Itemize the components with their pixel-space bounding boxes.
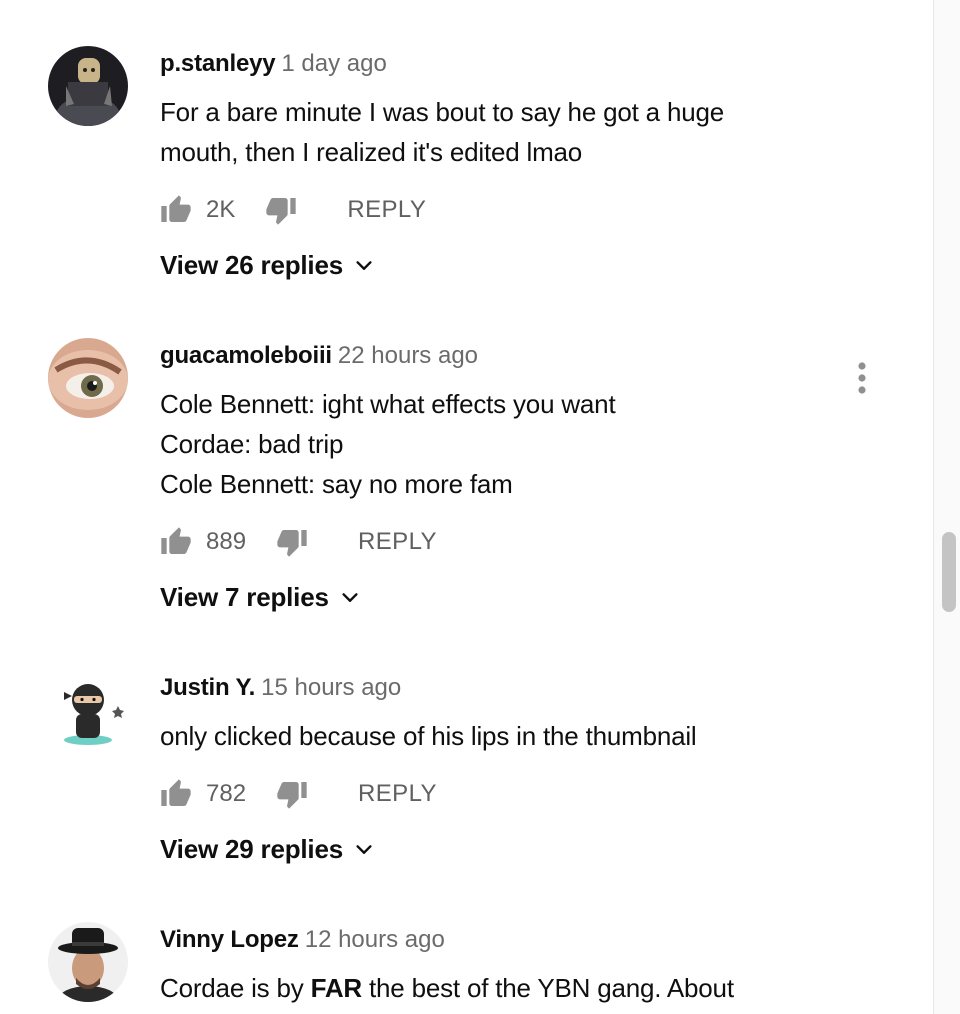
view-replies-button[interactable]: View 29 replies bbox=[160, 834, 375, 865]
comment-timestamp[interactable]: 1 day ago bbox=[281, 50, 386, 77]
comment-text-segment: the best of the YBN gang. About bbox=[362, 973, 734, 1003]
comment-header: Justin Y. 15 hours ago bbox=[160, 674, 401, 702]
comment-timestamp[interactable]: 12 hours ago bbox=[305, 926, 445, 953]
scrollbar[interactable] bbox=[933, 0, 960, 1014]
comment-header: p.stanleyy 1 day ago bbox=[160, 50, 387, 78]
avatar[interactable] bbox=[48, 46, 128, 126]
thumbs-down-icon[interactable] bbox=[265, 194, 297, 226]
thumbs-down-icon[interactable] bbox=[276, 526, 308, 558]
reply-button[interactable]: REPLY bbox=[358, 528, 437, 556]
chevron-down-icon bbox=[356, 260, 372, 270]
chevron-down-icon bbox=[342, 592, 358, 602]
comment-text: only clicked because of his lips in the … bbox=[160, 716, 860, 756]
avatar[interactable] bbox=[48, 338, 128, 418]
view-replies-button[interactable]: View 7 replies bbox=[160, 582, 361, 613]
view-replies-label: View 7 replies bbox=[160, 582, 329, 612]
thumbs-up-icon[interactable] bbox=[160, 778, 192, 810]
comment-actions: 889 REPLY bbox=[160, 524, 437, 560]
comment-text: Cordae is by FAR the best of the YBN gan… bbox=[160, 968, 860, 1008]
comment-header: guacamoleboiii 22 hours ago bbox=[160, 342, 478, 370]
comments-section: p.stanleyy 1 day ago For a bare minute I … bbox=[0, 0, 934, 1014]
comment-line: Cole Bennett: say no more fam bbox=[160, 469, 513, 499]
like-count: 2K bbox=[206, 196, 236, 223]
comment-actions: 2K REPLY bbox=[160, 192, 426, 228]
view-replies-button[interactable]: View 26 replies bbox=[160, 250, 375, 281]
reply-button[interactable]: REPLY bbox=[358, 780, 437, 808]
comment-line: mouth, then I realized it's edited lmao bbox=[160, 137, 583, 167]
view-replies-label: View 29 replies bbox=[160, 834, 343, 864]
author-name[interactable]: Vinny Lopez bbox=[160, 926, 299, 953]
comment-timestamp[interactable]: 15 hours ago bbox=[261, 674, 401, 701]
avatar[interactable] bbox=[48, 922, 128, 1002]
avatar[interactable] bbox=[48, 670, 128, 750]
comment-header: Vinny Lopez 12 hours ago bbox=[160, 926, 445, 954]
view-replies-label: View 26 replies bbox=[160, 250, 343, 280]
comment-line: Cordae: bad trip bbox=[160, 429, 344, 459]
author-name[interactable]: p.stanleyy bbox=[160, 50, 276, 77]
comment-text-segment: Cordae is by bbox=[160, 973, 311, 1003]
comment-actions: 782 REPLY bbox=[160, 776, 437, 812]
comment-text: For a bare minute I was bout to say he g… bbox=[160, 92, 860, 172]
comment-line: For a bare minute I was bout to say he g… bbox=[160, 97, 724, 127]
like-count: 782 bbox=[206, 780, 247, 807]
author-name[interactable]: guacamoleboiii bbox=[160, 342, 332, 369]
author-name[interactable]: Justin Y. bbox=[160, 674, 255, 701]
comment-line: Cordae is by FAR the best of the YBN gan… bbox=[160, 968, 860, 1008]
more-vert-icon[interactable] bbox=[846, 358, 878, 398]
chevron-down-icon bbox=[356, 844, 372, 854]
reply-button[interactable]: REPLY bbox=[347, 196, 426, 224]
comment-line: Cole Bennett: ight what effects you want bbox=[160, 389, 616, 419]
comment-text: Cole Bennett: ight what effects you want… bbox=[160, 384, 860, 504]
comment-line: only clicked because of his lips in the … bbox=[160, 721, 697, 751]
comment-text-bold: FAR bbox=[310, 973, 363, 1003]
like-count: 889 bbox=[206, 528, 247, 555]
scrollbar-thumb[interactable] bbox=[942, 532, 956, 612]
thumbs-up-icon[interactable] bbox=[160, 194, 192, 226]
thumbs-up-icon[interactable] bbox=[160, 526, 192, 558]
thumbs-down-icon[interactable] bbox=[276, 778, 308, 810]
comment-timestamp[interactable]: 22 hours ago bbox=[338, 342, 478, 369]
